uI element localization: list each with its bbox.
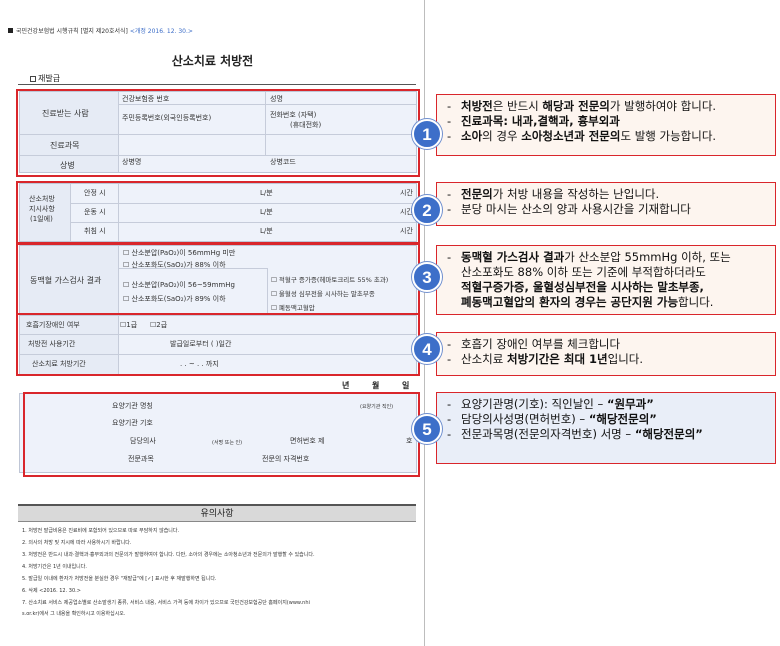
note-text: 은 반드시 [492, 99, 543, 113]
note-2: 전문의가 처방 내용을 작성하는 난입니다.분당 마시는 산소의 양과 사용시간… [436, 182, 776, 226]
badge-1: 1 [412, 119, 442, 149]
note-text: “해당전문의” [634, 427, 703, 441]
note-text: “해당전문의” [588, 412, 657, 426]
note-line: 담당의사성명(면허번호) – “해당전문의” [447, 412, 769, 427]
note-text: 도 발행 가능합니다. [620, 129, 717, 143]
note-text: 분당 마시는 산소의 양과 사용시간을 기재합니다 [461, 202, 691, 216]
note-4: 호흡기 장애인 여부를 체크합니다산소치료 처방기간은 최대 1년입니다. [436, 332, 776, 376]
note-text: 가 산소분압 55mmHg 이하, 또는 [564, 250, 731, 264]
note-text: 동맥혈 가스검사 결과 [461, 250, 565, 264]
note-text: 소아청소년과 전문의 [521, 129, 621, 143]
badge-3: 3 [412, 262, 442, 292]
form-header: 국민건강보험법 시행규칙 [별지 제20호서식] <개정 2016. 12. 3… [8, 26, 193, 35]
note-text: 소아 [461, 129, 483, 143]
note-line: 적혈구증가증, 울혈성심부전을 시사하는 말초부종, [447, 280, 769, 295]
note-line: 진료과목: 내과,결핵과, 흉부외과 [447, 114, 769, 129]
note-line: 요양기관명(기호): 직인날인 – “원무과” [447, 397, 769, 412]
note-text: 진료과목: 내과,결핵과, 흉부외과 [461, 114, 620, 128]
note-line: 소아의 경우 소아청소년과 전문의도 발행 가능합니다. [447, 129, 769, 144]
caution-item: 4. 처방기간은 1년 이내입니다. [22, 564, 87, 570]
highlight-box-4 [16, 313, 420, 376]
note-text: “원무과” [606, 397, 654, 411]
note-text: 처방기간은 최대 1년 [506, 352, 608, 366]
note-line: 산소치료 처방기간은 최대 1년입니다. [447, 352, 769, 367]
note-text: 가 발행하여야 합니다. [609, 99, 717, 113]
note-text: 산소치료 [461, 352, 507, 366]
note-text: 입니다. [607, 352, 644, 366]
note-line: 동맥혈 가스검사 결과가 산소분압 55mmHg 이하, 또는 [447, 250, 769, 265]
caution-item: 2. 의사의 처방 및 지시에 따라 사용하시기 바랍니다. [22, 540, 132, 546]
caution-title: 유의사항 [18, 504, 416, 522]
highlight-box-1 [16, 89, 420, 177]
caution-item: s.or.kr)에서 그 내용을 확인하시고 이용하십시오. [22, 611, 126, 617]
note-text: 합니다. [678, 295, 714, 309]
year-label: 년 [342, 381, 350, 390]
highlight-box-3 [16, 243, 420, 315]
note-text: 산소포화도 88% 이하 또는 기준에 부적합하더라도 [461, 265, 706, 279]
note-text: 처방전 [461, 99, 493, 113]
note-text: 전문과목명(전문의자격번호) 서명 – [461, 427, 635, 441]
note-text: 해당과 전문의 [542, 99, 610, 113]
badge-2: 2 [412, 195, 442, 225]
caution-item: 7. 산소치료 서비스 제공업소별로 산소발생기 종류, 서비스 내용, 서비스… [22, 600, 310, 606]
note-3: 동맥혈 가스검사 결과가 산소분압 55mmHg 이하, 또는산소포화도 88%… [436, 245, 776, 315]
note-line: 호흡기 장애인 여부를 체크합니다 [447, 337, 769, 352]
note-text: 폐동맥고혈압의 환자의 경우는 공단지원 가능 [461, 295, 679, 309]
highlight-box-5 [23, 392, 420, 477]
note-text: 가 처방 내용을 작성하는 난입니다. [492, 187, 660, 201]
form-title: 산소치료 처방전 [171, 54, 254, 68]
note-text: 호흡기 장애인 여부를 체크합니다 [461, 337, 621, 351]
reissue-label: 재발급 [38, 74, 61, 83]
note-text: 담당의사성명(면허번호) – [461, 412, 589, 426]
divider [18, 84, 416, 85]
reissue-checkbox[interactable]: 재발급 [30, 73, 60, 84]
caution-item: 1. 처방전 발급비용은 진료비에 포함되어 있으므로 따로 부담하지 않습니다… [22, 528, 180, 534]
badge-5: 5 [412, 414, 442, 444]
note-text: 전문의 [461, 187, 493, 201]
note-line: 분당 마시는 산소의 양과 사용시간을 기재합니다 [447, 202, 769, 217]
note-line: 폐동맥고혈압의 환자의 경우는 공단지원 가능합니다. [447, 295, 769, 310]
note-1: 처방전은 반드시 해당과 전문의가 발행하여야 합니다.진료과목: 내과,결핵과… [436, 94, 776, 156]
note-line: 전문과목명(전문의자격번호) 서명 – “해당전문의” [447, 427, 769, 442]
square-bullet-icon [8, 28, 13, 33]
highlight-box-2 [16, 181, 420, 244]
month-label: 월 [372, 381, 380, 390]
checkbox-icon [30, 75, 36, 82]
note-line: 전문의가 처방 내용을 작성하는 난입니다. [447, 187, 769, 202]
badge-4: 4 [412, 334, 442, 364]
caution-item: 5. 발급일 이내에 환자가 처방전을 분실한 경우 "재발급"에 [✓] 표시… [22, 576, 217, 582]
note-text: 적혈구증가증, 울혈성심부전을 시사하는 말초부종, [461, 280, 704, 294]
form-header-rule: 국민건강보험법 시행규칙 [별지 제20호서식] [16, 28, 128, 35]
note-text: 의 경우 [482, 129, 522, 143]
note-line: 산소포화도 88% 이하 또는 기준에 부적합하더라도 [447, 265, 769, 280]
note-text: 요양기관명(기호): 직인날인 – [461, 397, 607, 411]
form-header-revision: <개정 2016. 12. 30.> [129, 28, 193, 35]
caution-item: 6. 삭제 <2016. 12. 30.> [22, 588, 81, 594]
caution-item: 3. 처방전은 반드시 내과·결핵과·흉부외과의 전문의가 발행하여야 합니다.… [22, 552, 315, 558]
note-5: 요양기관명(기호): 직인날인 – “원무과”담당의사성명(면허번호) – “해… [436, 392, 776, 464]
day-label: 일 [402, 381, 410, 390]
note-line: 처방전은 반드시 해당과 전문의가 발행하여야 합니다. [447, 99, 769, 114]
